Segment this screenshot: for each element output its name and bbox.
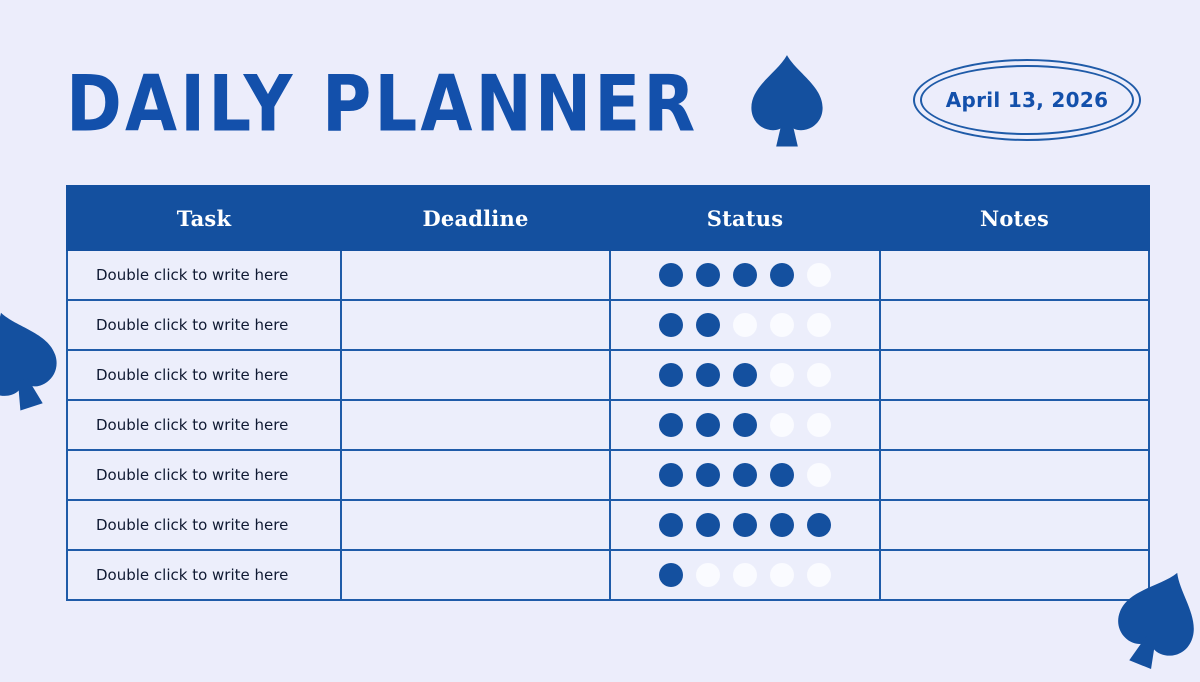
status-dot-filled[interactable] (696, 513, 720, 537)
status-cell[interactable] (609, 499, 881, 551)
status-dot-group (612, 313, 878, 337)
date-badge-text: April 13, 2026 (945, 88, 1109, 112)
status-dot-empty[interactable] (770, 313, 794, 337)
deadline-cell[interactable] (340, 349, 611, 401)
table-row: Double click to write here (66, 499, 1150, 551)
task-cell[interactable]: Double click to write here (66, 549, 342, 601)
task-cell[interactable]: Double click to write here (66, 349, 342, 401)
table-row: Double click to write here (66, 249, 1150, 301)
column-header-task: Task (66, 185, 342, 251)
table-header: Task Deadline Status Notes (66, 185, 1150, 251)
table-row: Double click to write here (66, 399, 1150, 451)
deadline-cell[interactable] (340, 249, 611, 301)
table-row: Double click to write here (66, 349, 1150, 401)
status-cell[interactable] (609, 299, 881, 351)
status-dot-empty[interactable] (696, 563, 720, 587)
status-dot-group (612, 413, 878, 437)
status-dot-filled[interactable] (696, 413, 720, 437)
task-cell[interactable]: Double click to write here (66, 499, 342, 551)
status-cell[interactable] (609, 449, 881, 501)
status-dot-empty[interactable] (807, 263, 831, 287)
task-cell[interactable]: Double click to write here (66, 299, 342, 351)
status-dot-filled[interactable] (659, 513, 683, 537)
status-cell[interactable] (609, 399, 881, 451)
task-placeholder-text: Double click to write here (96, 515, 289, 534)
task-placeholder-text: Double click to write here (96, 265, 289, 284)
status-dot-empty[interactable] (733, 313, 757, 337)
status-dot-empty[interactable] (807, 413, 831, 437)
status-dot-filled[interactable] (770, 463, 794, 487)
status-dot-filled[interactable] (733, 463, 757, 487)
deadline-cell[interactable] (340, 549, 611, 601)
notes-cell[interactable] (879, 399, 1150, 451)
status-dot-empty[interactable] (770, 363, 794, 387)
status-dot-empty[interactable] (770, 413, 794, 437)
deadline-cell[interactable] (340, 499, 611, 551)
task-cell[interactable]: Double click to write here (66, 249, 342, 301)
planner-table: Task Deadline Status Notes Double click … (66, 185, 1150, 601)
status-cell[interactable] (609, 349, 881, 401)
status-cell[interactable] (609, 249, 881, 301)
status-dot-empty[interactable] (733, 563, 757, 587)
notes-cell[interactable] (879, 349, 1150, 401)
task-placeholder-text: Double click to write here (96, 465, 289, 484)
table-row: Double click to write here (66, 449, 1150, 501)
column-header-status: Status (609, 185, 881, 251)
status-dot-group (612, 263, 878, 287)
column-header-deadline: Deadline (340, 185, 611, 251)
spade-icon (751, 55, 823, 147)
status-cell[interactable] (609, 549, 881, 601)
spade-icon (0, 312, 57, 411)
deadline-cell[interactable] (340, 299, 611, 351)
notes-cell[interactable] (879, 249, 1150, 301)
notes-cell[interactable] (879, 299, 1150, 351)
page-header: DAILY PLANNER April 13, 2026 (0, 0, 1200, 185)
status-dot-filled[interactable] (696, 363, 720, 387)
task-placeholder-text: Double click to write here (96, 315, 289, 334)
status-dot-filled[interactable] (659, 363, 683, 387)
status-dot-filled[interactable] (659, 263, 683, 287)
task-placeholder-text: Double click to write here (96, 565, 289, 584)
notes-cell[interactable] (879, 449, 1150, 501)
status-dot-filled[interactable] (733, 513, 757, 537)
status-dot-filled[interactable] (696, 313, 720, 337)
task-placeholder-text: Double click to write here (96, 415, 289, 434)
status-dot-filled[interactable] (659, 463, 683, 487)
status-dot-filled[interactable] (659, 563, 683, 587)
status-dot-filled[interactable] (733, 413, 757, 437)
status-dot-filled[interactable] (659, 313, 683, 337)
date-badge: April 13, 2026 (913, 59, 1141, 141)
status-dot-filled[interactable] (807, 513, 831, 537)
column-header-notes: Notes (879, 185, 1150, 251)
notes-cell[interactable] (879, 549, 1150, 601)
status-dot-filled[interactable] (696, 263, 720, 287)
status-dot-empty[interactable] (807, 563, 831, 587)
table-header-row: Task Deadline Status Notes (66, 185, 1150, 251)
page-title: DAILY PLANNER (66, 58, 699, 150)
status-dot-filled[interactable] (696, 463, 720, 487)
status-dot-group (612, 513, 878, 537)
status-dot-group (612, 563, 878, 587)
status-dot-filled[interactable] (733, 263, 757, 287)
status-dot-group (612, 463, 878, 487)
table-row: Double click to write here (66, 299, 1150, 351)
deadline-cell[interactable] (340, 449, 611, 501)
status-dot-filled[interactable] (770, 263, 794, 287)
status-dot-group (612, 363, 878, 387)
status-dot-empty[interactable] (807, 463, 831, 487)
status-dot-empty[interactable] (770, 563, 794, 587)
deadline-cell[interactable] (340, 399, 611, 451)
status-dot-empty[interactable] (807, 313, 831, 337)
status-dot-filled[interactable] (770, 513, 794, 537)
task-placeholder-text: Double click to write here (96, 365, 289, 384)
status-dot-filled[interactable] (733, 363, 757, 387)
table-row: Double click to write here (66, 549, 1150, 601)
notes-cell[interactable] (879, 499, 1150, 551)
task-cell[interactable]: Double click to write here (66, 449, 342, 501)
status-dot-empty[interactable] (807, 363, 831, 387)
table-body: Double click to write here Double click t… (66, 249, 1150, 601)
task-cell[interactable]: Double click to write here (66, 399, 342, 451)
status-dot-filled[interactable] (659, 413, 683, 437)
